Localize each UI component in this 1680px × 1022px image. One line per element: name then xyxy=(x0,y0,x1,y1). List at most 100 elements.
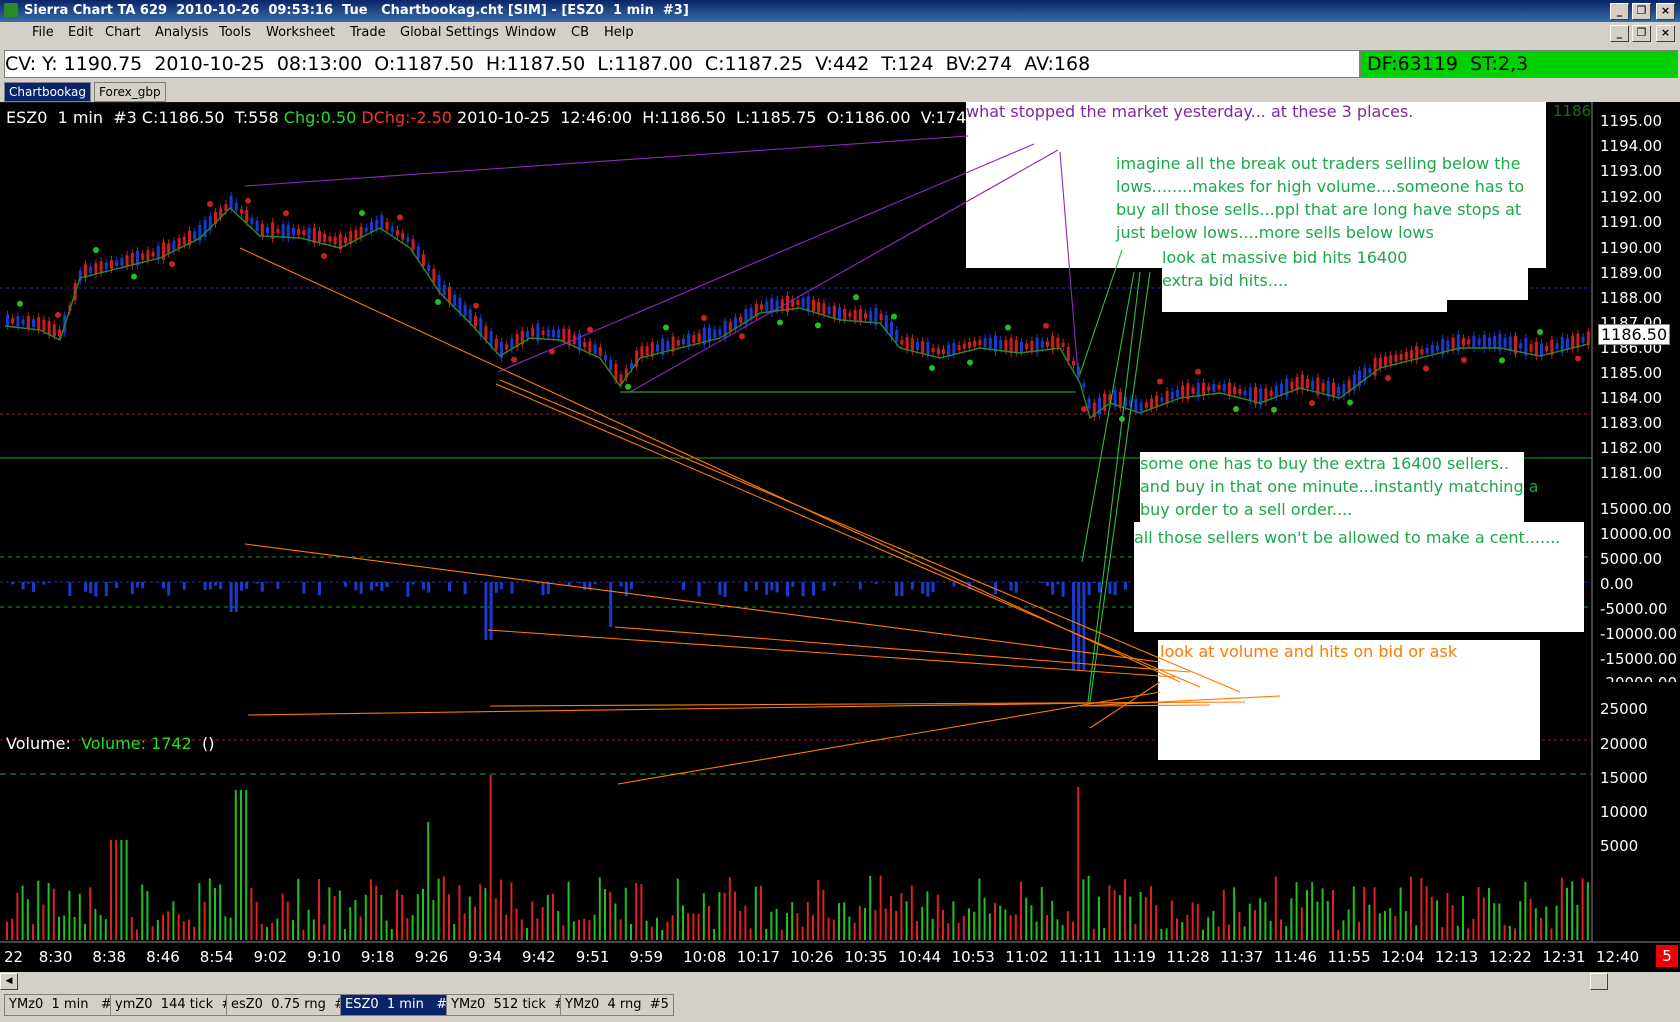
volume-bar xyxy=(422,888,424,940)
menu-tools[interactable]: Tools xyxy=(219,22,251,44)
minimize-icon[interactable]: _ xyxy=(1610,3,1629,20)
candle-body xyxy=(957,344,961,351)
volume-bar xyxy=(234,790,237,940)
scroll-thumb[interactable] xyxy=(1590,973,1608,990)
volume-bar xyxy=(650,926,653,940)
candle-body xyxy=(1139,402,1143,412)
volume-bar xyxy=(1259,898,1262,940)
volume-bar xyxy=(827,917,830,940)
candle-body xyxy=(1446,340,1450,351)
candle-body xyxy=(125,255,129,266)
volume-bar xyxy=(380,894,383,940)
candle-body xyxy=(1030,340,1034,351)
mdi-close-icon[interactable]: × xyxy=(1656,25,1675,42)
candle-body xyxy=(812,299,815,312)
volume-bar xyxy=(1082,879,1085,940)
menu-file[interactable]: File xyxy=(32,22,54,44)
volume-bar xyxy=(271,922,274,940)
menu-global-settings[interactable]: Global Settings xyxy=(400,22,499,44)
delta-bar xyxy=(968,582,971,590)
candle-body xyxy=(1222,384,1226,392)
volume-bar xyxy=(1254,910,1256,940)
delta-bar xyxy=(89,582,93,594)
pivot-dot xyxy=(283,210,289,217)
chart-tab-ymz0-1min[interactable]: YMz0 1 min #1 xyxy=(4,994,125,1016)
volume-bar xyxy=(349,907,352,940)
candle-body xyxy=(848,312,852,317)
menu-window[interactable]: Window xyxy=(505,22,556,44)
menu-worksheet[interactable]: Worksheet xyxy=(266,22,335,44)
chart-tab-ymz0-512tick[interactable]: YMz0 512 tick #6 xyxy=(446,994,579,1016)
candle-body xyxy=(1176,389,1179,398)
chart-tab-esz0-1min[interactable]: ESZ0 1 min #3 xyxy=(340,994,461,1016)
delta-bar xyxy=(1072,582,1075,670)
volume-bar xyxy=(167,911,170,940)
volume-bar xyxy=(208,878,211,940)
volume-bar xyxy=(364,894,367,940)
delta-bar xyxy=(234,582,238,612)
price-label: 1188.00 xyxy=(1600,289,1663,307)
volume-bar xyxy=(1155,905,1158,940)
menu-help[interactable]: Help xyxy=(604,22,634,44)
pivot-dot xyxy=(929,365,935,371)
volume-bar xyxy=(323,924,326,940)
candle-body xyxy=(775,299,779,311)
delta-bar xyxy=(406,582,410,597)
volume-bar xyxy=(1139,891,1142,940)
candle-body xyxy=(1160,397,1164,402)
annotation-volume: look at volume and hits on bid or ask xyxy=(1160,642,1458,661)
time-label: 12:13 xyxy=(1434,948,1479,966)
horizontal-scrollbar[interactable]: ◀ xyxy=(0,972,1608,990)
candle-body xyxy=(302,230,306,236)
volume-bar xyxy=(156,920,159,940)
volume-bar xyxy=(687,913,690,940)
candle-body xyxy=(593,344,597,354)
candle-body xyxy=(1430,345,1434,354)
volume-bar xyxy=(640,884,643,940)
delta-bar xyxy=(1113,582,1117,596)
delta-bar xyxy=(21,582,25,590)
volume-bar xyxy=(1493,903,1496,940)
chart-tab-esz0-rng[interactable]: esZ0 0.75 rng #2 xyxy=(226,994,359,1016)
volume-bar xyxy=(936,894,939,940)
volume-bar xyxy=(682,905,684,940)
volume-bar xyxy=(406,917,409,940)
menu-trade[interactable]: Trade xyxy=(350,22,386,44)
menu-chart[interactable]: Chart xyxy=(105,22,141,44)
menu-edit[interactable]: Edit xyxy=(68,22,93,44)
delta-bar xyxy=(94,582,98,597)
mdi-restore-icon[interactable]: ❐ xyxy=(1632,25,1651,42)
volume-bar xyxy=(1295,882,1298,940)
chart-tab-ymz0-4rng[interactable]: YMz0 4 rng #5 xyxy=(560,994,674,1016)
candle-body xyxy=(609,359,613,371)
volume-bar xyxy=(1462,895,1464,940)
volume-bar xyxy=(869,875,872,940)
close-icon[interactable]: × xyxy=(1656,3,1675,20)
candle-body xyxy=(1087,398,1091,409)
chart-area[interactable]: ESZ0 1 min #3 C:1186.50 T:558 Chg:0.50 D… xyxy=(0,102,1680,972)
candle-body xyxy=(1274,385,1278,397)
candle-body xyxy=(682,338,685,345)
scroll-left-icon[interactable]: ◀ xyxy=(0,973,18,990)
restore-icon[interactable]: ❐ xyxy=(1632,3,1651,20)
volume-bar xyxy=(1534,908,1537,940)
volume-bar xyxy=(1051,900,1054,940)
chartbook-tab-forex-gbp[interactable]: Forex_gbp xyxy=(94,82,166,102)
volume-bar xyxy=(328,887,331,940)
volume-bar xyxy=(853,922,856,940)
candle-body xyxy=(952,343,956,355)
chartbook-tab-chartbookag[interactable]: Chartbookag xyxy=(4,82,91,102)
mdi-minimize-icon[interactable]: _ xyxy=(1610,25,1629,42)
volume-bar xyxy=(266,927,268,940)
delta-bar xyxy=(448,582,451,592)
volume-bar xyxy=(1072,921,1074,940)
candle-body xyxy=(1269,390,1273,397)
volume-bar xyxy=(656,917,658,940)
delta-label: -15000.00 xyxy=(1600,650,1677,668)
menu-analysis[interactable]: Analysis xyxy=(155,22,209,44)
pivot-dot xyxy=(701,315,707,321)
candle-body xyxy=(427,264,431,271)
volume-label: 15000 xyxy=(1600,769,1648,787)
volume-bar xyxy=(1358,921,1360,940)
menu-cb[interactable]: CB xyxy=(571,22,589,44)
